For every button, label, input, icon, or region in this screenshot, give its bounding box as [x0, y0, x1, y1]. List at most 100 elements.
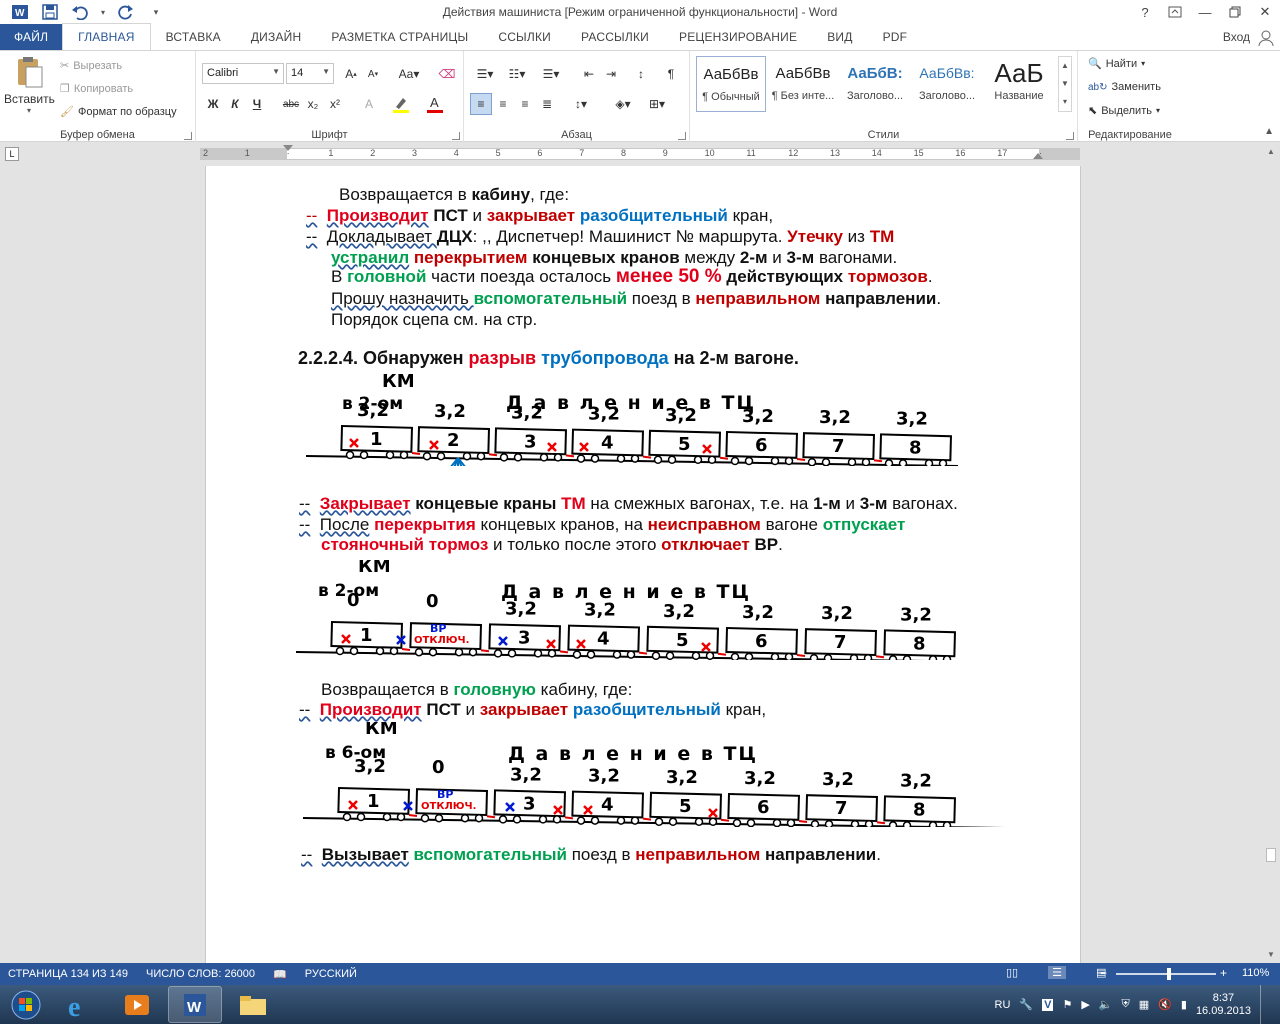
align-left-icon[interactable]: ≡ — [470, 93, 492, 115]
clipboard-launcher-icon[interactable] — [184, 132, 192, 140]
user-avatar-icon[interactable] — [1258, 30, 1274, 47]
vertical-scrollbar[interactable]: ▲ ▼ — [1262, 143, 1280, 963]
tab-references[interactable]: ССЫЛКИ — [483, 24, 566, 50]
proofing-icon[interactable]: 📖 — [273, 968, 287, 981]
horizontal-ruler[interactable]: 2 1 · 1 2 3 4 5 6 7 8 9 10 11 12 13 14 15 16 17 · — [200, 145, 1080, 160]
tab-pdf[interactable]: PDF — [868, 24, 923, 50]
action-center-icon[interactable]: ⚑ — [1062, 998, 1072, 1011]
styles-scroll[interactable]: ▲ ▼ ▾ — [1058, 56, 1072, 112]
underline-button[interactable]: Ч — [246, 93, 268, 115]
page-counter[interactable]: СТРАНИЦА 134 ИЗ 149 — [8, 968, 128, 980]
highlight-icon[interactable] — [390, 93, 412, 115]
ie-icon[interactable]: e — [52, 986, 106, 1023]
font-color-icon[interactable]: A — [424, 93, 446, 115]
document-page[interactable]: Возвращается в кабину, где: -- Производи… — [205, 166, 1081, 963]
redo-icon[interactable] — [114, 1, 138, 23]
shading-icon[interactable]: ◈▾ — [608, 93, 638, 115]
copy-button[interactable]: ❐ Копировать — [60, 82, 133, 96]
keyboard-icon[interactable]: 🔧 — [1019, 998, 1033, 1011]
styles-launcher-icon[interactable] — [1066, 132, 1074, 140]
explorer-icon[interactable] — [226, 986, 280, 1023]
shrink-font-icon[interactable]: A ▾ — [362, 63, 384, 85]
zoom-level[interactable]: 110% — [1242, 967, 1269, 979]
format-painter-button[interactable]: 🖌 Формат по образцу — [60, 105, 177, 119]
ribbon-display-options-icon[interactable] — [1160, 0, 1190, 24]
tab-design[interactable]: ДИЗАЙН — [236, 24, 317, 50]
grow-font-icon[interactable]: A ▴ — [340, 63, 362, 85]
tab-view[interactable]: ВИД — [812, 24, 867, 50]
paragraph-launcher-icon[interactable] — [678, 132, 686, 140]
zoom-out-button[interactable]: − — [1100, 966, 1107, 980]
style-heading1[interactable]: АаБбВ: Заголово... — [840, 56, 910, 112]
word-taskbar-icon[interactable]: W — [168, 986, 222, 1023]
align-right-icon[interactable]: ≡ — [514, 93, 536, 115]
font-name-combo[interactable]: Calibri ▼ — [202, 63, 284, 84]
borders-icon[interactable]: ⊞▾ — [642, 93, 672, 115]
subscript-button[interactable]: x₂ — [302, 93, 324, 115]
font-size-combo[interactable]: 14 ▼ — [286, 63, 334, 84]
save-icon[interactable] — [38, 1, 62, 23]
word-icon[interactable]: W — [8, 1, 32, 23]
bullets-icon[interactable]: ☰▾ — [470, 63, 500, 85]
multilevel-list-icon[interactable]: ☰▾ — [536, 63, 566, 85]
undo-icon[interactable] — [68, 1, 92, 23]
change-case-icon[interactable]: Aa▾ — [394, 63, 424, 85]
media-icon[interactable]: ▶ — [1081, 998, 1089, 1011]
font-launcher-icon[interactable] — [452, 132, 460, 140]
tab-mailings[interactable]: РАССЫЛКИ — [566, 24, 664, 50]
italic-button[interactable]: К — [224, 93, 246, 115]
word-count[interactable]: ЧИСЛО СЛОВ: 26000 — [146, 968, 255, 980]
zoom-slider-thumb[interactable] — [1167, 968, 1171, 980]
bold-button[interactable]: Ж — [202, 93, 224, 115]
minimize-button[interactable]: — — [1190, 0, 1220, 24]
replace-button[interactable]: ab↻ Заменить — [1088, 81, 1161, 93]
style-no-spacing[interactable]: АаБбВв ¶ Без инте... — [768, 56, 838, 112]
align-center-icon[interactable]: ≡ — [492, 93, 514, 115]
style-normal[interactable]: АаБбВв ¶ Обычный — [696, 56, 766, 112]
tab-file[interactable]: ФАЙЛ — [0, 24, 63, 50]
sign-in-link[interactable]: Вход — [1223, 30, 1250, 44]
tab-selector-icon[interactable]: L — [5, 147, 19, 161]
start-button[interactable] — [4, 986, 48, 1023]
find-button[interactable]: 🔍 Найти ▾ — [1088, 57, 1145, 71]
sort-icon[interactable]: ↕ — [630, 63, 652, 85]
justify-icon[interactable]: ≣ — [536, 93, 558, 115]
show-desktop-button[interactable] — [1260, 985, 1272, 1024]
shield-icon[interactable]: ⛨ — [1122, 998, 1130, 1011]
sound-muted-icon[interactable]: 🔇 — [1158, 998, 1172, 1011]
volume-icon[interactable]: 🔈 — [1099, 998, 1113, 1011]
tab-page-layout[interactable]: РАЗМЕТКА СТРАНИЦЫ — [316, 24, 483, 50]
text-effects-icon[interactable]: A — [358, 93, 380, 115]
paste-button[interactable]: Вставить ▾ — [4, 55, 55, 117]
tray-app-icon[interactable]: V — [1042, 998, 1054, 1011]
zoom-slider[interactable] — [1116, 968, 1216, 980]
read-mode-icon[interactable]: ▯▯ — [1006, 966, 1018, 979]
first-line-indent-marker[interactable] — [283, 145, 293, 151]
increase-indent-icon[interactable]: ⇥ — [600, 63, 622, 85]
media-player-icon[interactable] — [110, 986, 164, 1023]
customize-qat-icon[interactable]: ▾ — [144, 1, 168, 23]
strikethrough-button[interactable]: abc — [280, 93, 302, 115]
input-language[interactable]: RU — [995, 999, 1011, 1011]
clock[interactable]: 8:37 16.09.2013 — [1196, 992, 1251, 1018]
tab-review[interactable]: РЕЦЕНЗИРОВАНИЕ — [664, 24, 812, 50]
cut-button[interactable]: ✂ Вырезать — [60, 59, 122, 73]
right-indent-marker[interactable] — [1033, 153, 1043, 159]
undo-dropdown-icon[interactable]: ▾ — [98, 1, 108, 23]
select-button[interactable]: ⬉ Выделить ▾ — [1088, 104, 1160, 118]
clear-formatting-icon[interactable]: ⌫ — [436, 63, 458, 85]
network-icon[interactable]: ▦ — [1139, 998, 1149, 1011]
numbering-icon[interactable]: ☷▾ — [502, 63, 532, 85]
zoom-in-button[interactable]: + — [1220, 966, 1227, 980]
close-button[interactable]: ✕ — [1250, 0, 1280, 24]
decrease-indent-icon[interactable]: ⇤ — [578, 63, 600, 85]
style-title[interactable]: АаБ Название — [984, 56, 1054, 112]
collapse-ribbon-icon[interactable]: ▲ — [1264, 126, 1274, 137]
tab-insert[interactable]: ВСТАВКА — [151, 24, 236, 50]
scroll-down-icon[interactable]: ▼ — [1267, 950, 1275, 959]
restore-button[interactable] — [1220, 0, 1250, 24]
language-indicator[interactable]: РУССКИЙ — [305, 968, 357, 980]
line-spacing-icon[interactable]: ↕▾ — [566, 93, 596, 115]
tab-home[interactable]: ГЛАВНАЯ — [62, 23, 151, 50]
scrollbar-thumb[interactable] — [1266, 848, 1276, 862]
